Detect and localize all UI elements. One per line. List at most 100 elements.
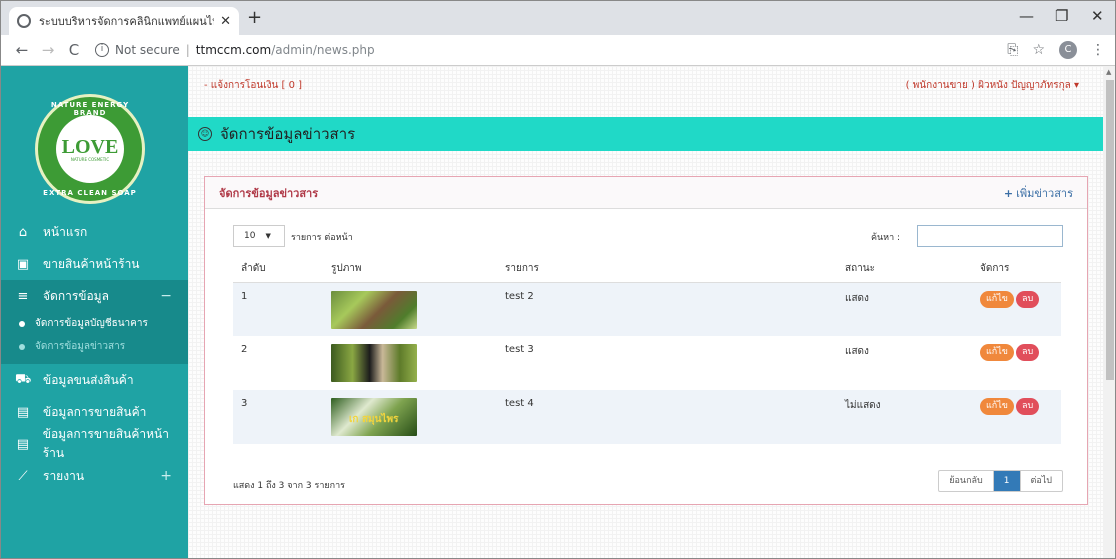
forward-icon[interactable]: →	[37, 41, 59, 59]
sidebar-item-sales[interactable]: ▤ ข้อมูลการขายสินค้า	[1, 396, 188, 428]
collapse-icon[interactable]: −	[160, 288, 172, 304]
row-title: test 4	[497, 390, 837, 444]
sidebar: NATURE ENERGY BRAND LOVE NATURE COSMETIC…	[1, 66, 188, 558]
info-icon[interactable]: i	[95, 43, 109, 57]
row-image-cell	[323, 336, 497, 390]
edit-button[interactable]: แก้ไข	[980, 398, 1014, 415]
logo-ring-bottom: EXTRA CLEAN SOAP	[43, 189, 137, 197]
smile-icon: ☺	[198, 127, 212, 141]
dropdown-arrow-icon: ▼	[265, 232, 271, 240]
scrollbar-thumb[interactable]	[1106, 80, 1114, 380]
transfer-notice-link[interactable]: - แจ้งการโอนเงิน [ 0 ]	[204, 78, 302, 93]
news-thumbnail: เก สมุนไพร	[331, 398, 417, 436]
sidebar-item-store-sales[interactable]: ▤ ข้อมูลการขายสินค้าหน้าร้าน	[1, 427, 188, 460]
column-header[interactable]: รายการ	[497, 255, 837, 283]
pagination-next[interactable]: ต่อไป	[1019, 471, 1063, 491]
sidebar-subitem-bank[interactable]: จัดการข้อมูลบัญชีธนาคาร	[1, 312, 188, 335]
news-panel: จัดการข้อมูลข่าวสาร + เพิ่มข่าวสาร 10 ▼ ร…	[204, 176, 1088, 505]
row-actions: แก้ไข ลบ	[972, 336, 1061, 390]
table-row: 2 test 3 แสดง แก้ไข ลบ	[233, 336, 1061, 390]
url-host: ttmccm.com	[195, 43, 272, 57]
add-news-button[interactable]: + เพิ่มข่าวสาร	[1004, 184, 1073, 202]
table-row: 1 test 2 แสดง แก้ไข ลบ	[233, 282, 1061, 336]
edit-button[interactable]: แก้ไข	[980, 290, 1014, 308]
row-actions: แก้ไข ลบ	[972, 390, 1061, 444]
logo-brand: LOVE	[61, 135, 119, 158]
new-tab-button[interactable]: +	[247, 9, 262, 27]
row-image-cell: เก สมุนไพร	[323, 390, 497, 444]
sidebar-item-label: ข้อมูลการขายสินค้าหน้าร้าน	[42, 427, 169, 460]
sidebar-item-home[interactable]: ⌂ หน้าแรก	[1, 216, 188, 248]
column-header[interactable]: จัดการ	[972, 255, 1061, 283]
row-title: test 3	[497, 336, 837, 390]
row-number: 2	[233, 336, 323, 390]
browser-window: ระบบบริหารจัดการคลินิกแพทย์แผนไทย ✕ + — …	[0, 0, 1116, 559]
search-label: ค้นหา :	[871, 233, 901, 243]
bullet-icon	[19, 320, 25, 327]
file-icon: ▤	[16, 404, 30, 420]
truck-icon: ⛟	[15, 371, 32, 387]
table-controls: 10 ▼ รายการ ต่อหน้า ค้นหา :	[233, 225, 1063, 247]
pagination-prev[interactable]: ย้อนกลับ	[939, 471, 993, 491]
column-header[interactable]: สถานะ	[837, 255, 972, 283]
browser-tab[interactable]: ระบบบริหารจัดการคลินิกแพทย์แผนไทย ✕	[9, 7, 239, 35]
user-menu[interactable]: ( พนักงานขาย ) ผิวหนัง ปัญญาภัทรกุล ▾	[906, 78, 1079, 93]
column-header[interactable]: ลำดับ	[233, 255, 323, 283]
address-bar: ← → C i Not secure | ttmccm.com /admin/n…	[1, 35, 1115, 66]
file-icon: ▤	[16, 436, 30, 452]
page-length-value: 10	[244, 231, 256, 241]
profile-avatar[interactable]: C	[1059, 41, 1077, 59]
delete-button[interactable]: ลบ	[1015, 290, 1040, 308]
sidebar-item-label: ข้อมูลการขายสินค้า	[43, 404, 147, 419]
sidebar-item-manage-data[interactable]: ≡ จัดการข้อมูล −	[1, 280, 188, 312]
minimize-button[interactable]: —	[1019, 7, 1034, 25]
row-number: 1	[233, 282, 323, 336]
table-header-row: ลำดับ รูปภาพ รายการ สถานะ จัดการ	[233, 255, 1061, 283]
sidebar-subitem-news[interactable]: จัดการข้อมูลข่าวสาร	[1, 335, 188, 358]
sidebar-item-label: ขายสินค้าหน้าร้าน	[43, 256, 140, 271]
news-thumbnail	[331, 290, 417, 329]
expand-icon[interactable]: +	[160, 468, 172, 484]
home-icon: ⌂	[18, 224, 28, 240]
table-row: 3 เก สมุนไพร test 4 ไม่แสดง แก้ไข ลบ	[233, 390, 1061, 444]
page-length-label: รายการ ต่อหน้า	[291, 233, 353, 243]
tab-strip: ระบบบริหารจัดการคลินิกแพทย์แผนไทย ✕ + — …	[1, 1, 1115, 35]
sidebar-item-shipping[interactable]: ⛟ ข้อมูลขนส่งสินค้า	[1, 364, 188, 396]
row-status: แสดง	[837, 336, 972, 390]
news-thumbnail	[331, 344, 417, 382]
panel-header: จัดการข้อมูลข่าวสาร + เพิ่มข่าวสาร	[205, 177, 1087, 209]
close-window-button[interactable]: ✕	[1091, 7, 1104, 25]
page-header: ☺ จัดการข้อมูลข่าวสาร	[188, 117, 1103, 151]
cash-icon: ▣	[16, 256, 30, 272]
tab-title: ระบบบริหารจัดการคลินิกแพทย์แผนไทย	[39, 15, 215, 28]
scroll-up-icon[interactable]: ▲	[1106, 68, 1111, 76]
page-title: จัดการข้อมูลข่าวสาร	[220, 125, 356, 143]
sidebar-item-label: รายงาน	[43, 468, 85, 483]
restore-button[interactable]: ❐	[1055, 7, 1068, 25]
delete-button[interactable]: ลบ	[1015, 344, 1040, 361]
delete-button[interactable]: ลบ	[1015, 398, 1040, 415]
url-field[interactable]: i Not secure | ttmccm.com /admin/news.ph…	[95, 43, 375, 57]
row-number: 3	[233, 390, 323, 444]
sidebar-subitem-label: จัดการข้อมูลข่าวสาร	[35, 341, 126, 352]
bullet-icon	[19, 343, 25, 350]
pagination-page[interactable]: 1	[992, 471, 1020, 491]
add-news-label: เพิ่มข่าวสาร	[1016, 186, 1073, 200]
reload-icon[interactable]: C	[63, 41, 85, 59]
page-length-select[interactable]: 10 ▼	[233, 225, 285, 247]
table-info: แสดง 1 ถึง 3 จาก 3 รายการ	[233, 481, 345, 491]
logo-inner: LOVE NATURE COSMETIC	[56, 115, 124, 183]
menu-dots-icon[interactable]: ⋮	[1091, 42, 1105, 58]
bookmark-star-icon[interactable]: ☆	[1032, 42, 1045, 58]
translate-icon[interactable]: ⎘	[1007, 42, 1018, 58]
brand-logo[interactable]: NATURE ENERGY BRAND LOVE NATURE COSMETIC…	[35, 94, 145, 204]
tab-close-icon[interactable]: ✕	[220, 14, 231, 29]
sidebar-item-pos[interactable]: ▣ ขายสินค้าหน้าร้าน	[1, 248, 188, 280]
vertical-scrollbar[interactable]: ▲	[1103, 66, 1115, 558]
sidebar-item-reports[interactable]: ⟋ รายงาน +	[1, 460, 188, 492]
edit-button[interactable]: แก้ไข	[980, 344, 1014, 361]
row-status: แสดง	[837, 282, 972, 336]
column-header[interactable]: รูปภาพ	[323, 255, 497, 283]
search-input[interactable]	[917, 225, 1063, 247]
back-icon[interactable]: ←	[11, 41, 33, 59]
